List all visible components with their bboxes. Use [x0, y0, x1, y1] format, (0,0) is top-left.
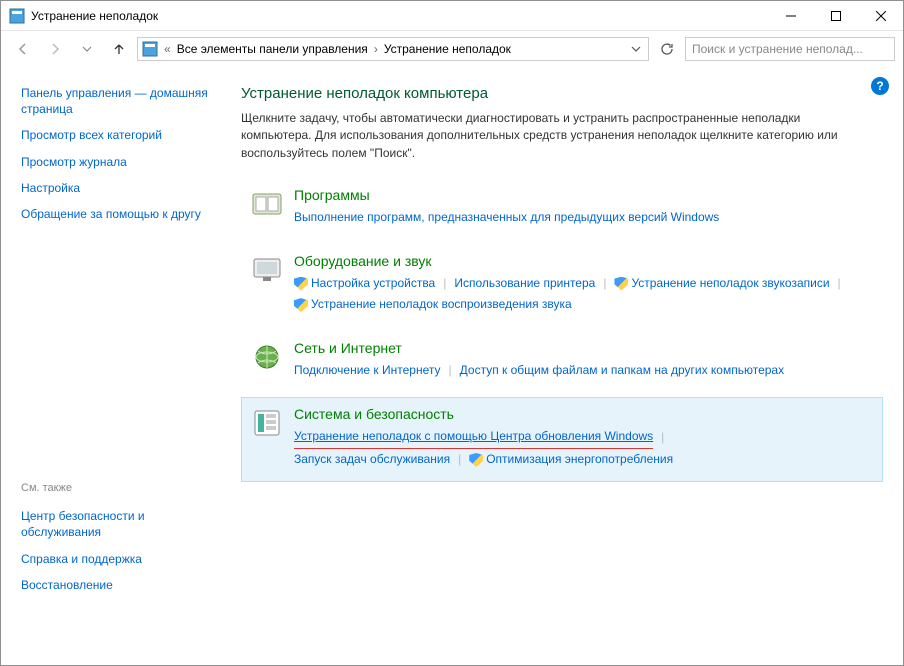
- sidebar-link-settings[interactable]: Настройка: [21, 180, 217, 196]
- link-separator: |: [603, 273, 606, 295]
- address-dropdown-icon[interactable]: [628, 44, 644, 54]
- link-run-old-programs[interactable]: Выполнение программ, предназначенных для…: [294, 207, 719, 229]
- category-system-security: Система и безопасность Устранение непола…: [241, 397, 883, 482]
- sidebar-link-help-friend[interactable]: Обращение за помощью к другу: [21, 206, 217, 222]
- link-separator: |: [449, 360, 452, 382]
- category-programs: Программы Выполнение программ, предназна…: [241, 178, 883, 240]
- link-separator: |: [443, 273, 446, 295]
- window-title: Устранение неполадок: [31, 9, 158, 23]
- category-system-title[interactable]: Система и безопасность: [294, 406, 874, 422]
- search-placeholder: Поиск и устранение неполад...: [692, 42, 863, 56]
- category-hardware-title[interactable]: Оборудование и звук: [294, 253, 874, 269]
- page-description: Щелкните задачу, чтобы автоматически диа…: [241, 110, 861, 162]
- link-separator: |: [661, 427, 664, 449]
- page-heading: Устранение неполадок компьютера: [241, 85, 883, 102]
- close-button[interactable]: [858, 1, 903, 31]
- window-titlebar: Устранение неполадок: [1, 1, 903, 31]
- back-button[interactable]: [9, 35, 37, 63]
- link-printer-usage[interactable]: Использование принтера: [454, 273, 595, 295]
- category-hardware: Оборудование и звук Настройка устройства…: [241, 244, 883, 327]
- main-content: Устранение неполадок компьютера Щелкните…: [231, 67, 903, 665]
- minimize-button[interactable]: [768, 1, 813, 31]
- link-audio-record[interactable]: Устранение неполадок звукозаписи: [614, 273, 829, 295]
- refresh-button[interactable]: [653, 37, 681, 61]
- recent-dropdown[interactable]: [73, 35, 101, 63]
- address-icon: [142, 41, 158, 57]
- seealso-help-support[interactable]: Справка и поддержка: [21, 551, 217, 567]
- sidebar-link-all-categories[interactable]: Просмотр всех категорий: [21, 127, 217, 143]
- app-icon: [9, 8, 25, 24]
- link-windows-update-troubleshoot[interactable]: Устранение неполадок с помощью Центра об…: [294, 426, 653, 450]
- hardware-icon: [250, 253, 284, 287]
- search-input[interactable]: Поиск и устранение неполад...: [685, 37, 895, 61]
- window-controls: [768, 1, 903, 31]
- link-power-optimization[interactable]: Оптимизация энергопотребления: [469, 449, 673, 471]
- programs-icon: [250, 187, 284, 221]
- seealso-security-center[interactable]: Центр безопасности и обслуживания: [21, 508, 217, 540]
- up-button[interactable]: [105, 35, 133, 63]
- chevron-right-icon: ›: [374, 42, 378, 56]
- link-separator: |: [838, 273, 841, 295]
- maximize-button[interactable]: [813, 1, 858, 31]
- link-shared-files[interactable]: Доступ к общим файлам и папкам на других…: [460, 360, 784, 382]
- navigation-bar: « Все элементы панели управления › Устра…: [1, 31, 903, 67]
- category-network-title[interactable]: Сеть и Интернет: [294, 340, 874, 356]
- link-separator: |: [458, 449, 461, 471]
- forward-button[interactable]: [41, 35, 69, 63]
- breadcrumb-root[interactable]: Все элементы панели управления: [177, 42, 368, 56]
- help-button[interactable]: ?: [871, 77, 889, 95]
- seealso-recovery[interactable]: Восстановление: [21, 577, 217, 593]
- sidebar-link-history[interactable]: Просмотр журнала: [21, 154, 217, 170]
- link-internet-connect[interactable]: Подключение к Интернету: [294, 360, 441, 382]
- seealso-header: См. также: [21, 482, 217, 494]
- link-device-setup[interactable]: Настройка устройства: [294, 273, 435, 295]
- breadcrumb-current[interactable]: Устранение неполадок: [384, 42, 511, 56]
- breadcrumb-prefix-icon: «: [164, 42, 171, 56]
- category-programs-title[interactable]: Программы: [294, 187, 874, 203]
- sidebar-home-link[interactable]: Панель управления — домашняя страница: [21, 85, 217, 117]
- category-network: Сеть и Интернет Подключение к Интернету …: [241, 331, 883, 393]
- link-maintenance-tasks[interactable]: Запуск задач обслуживания: [294, 449, 450, 471]
- sidebar: Панель управления — домашняя страница Пр…: [1, 67, 231, 665]
- network-icon: [250, 340, 284, 374]
- address-bar[interactable]: « Все элементы панели управления › Устра…: [137, 37, 649, 61]
- link-audio-playback[interactable]: Устранение неполадок воспроизведения зву…: [294, 294, 572, 316]
- system-icon: [250, 406, 284, 440]
